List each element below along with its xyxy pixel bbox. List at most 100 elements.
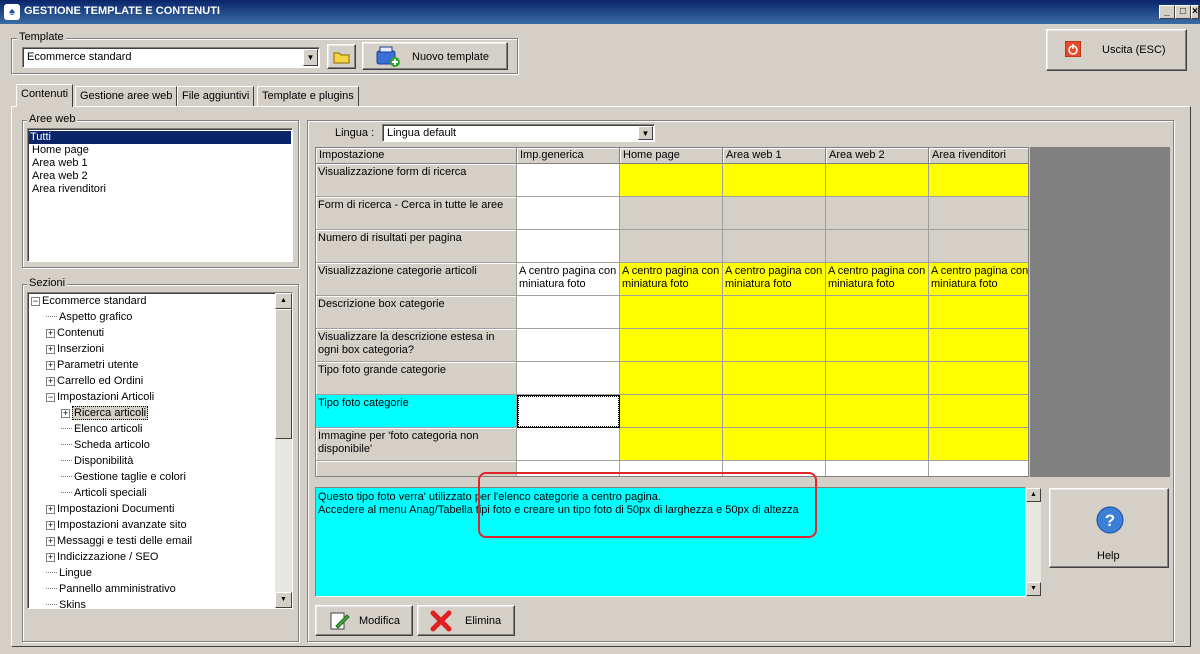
area-cell[interactable]	[620, 362, 723, 395]
area-cell[interactable]	[929, 230, 1028, 263]
generic-cell[interactable]	[517, 428, 620, 461]
area-cell[interactable]	[723, 362, 826, 395]
help-button[interactable]: ? Help	[1049, 488, 1169, 568]
expand-icon[interactable]: +	[61, 408, 70, 418]
generic-cell[interactable]	[517, 164, 620, 197]
generic-cell[interactable]	[517, 296, 620, 329]
modifica-button[interactable]: Modifica	[315, 605, 413, 636]
expand-icon[interactable]: +	[46, 344, 55, 354]
row-header[interactable]: Visualizzazione categorie articoli	[316, 263, 517, 296]
chevron-down-icon[interactable]: ▼	[638, 126, 653, 140]
area-cell[interactable]	[620, 428, 723, 461]
area-cell[interactable]	[723, 296, 826, 329]
tab-template-plugins[interactable]: Template e plugins	[257, 86, 359, 106]
scroll-down-icon[interactable]: ▼	[1026, 582, 1041, 596]
area-cell[interactable]	[826, 230, 929, 263]
chevron-down-icon[interactable]: ▼	[303, 49, 318, 66]
row-header[interactable]: Immagine per 'foto categoria non disponi…	[316, 428, 517, 461]
area-cell[interactable]	[723, 197, 826, 230]
generic-cell[interactable]	[517, 329, 620, 362]
tree-item[interactable]: + Contenuti	[46, 325, 104, 341]
area-cell[interactable]	[929, 395, 1028, 428]
area-cell[interactable]	[826, 362, 929, 395]
tree-item[interactable]: + Messaggi e testi delle email	[46, 533, 192, 549]
area-cell[interactable]	[620, 329, 723, 362]
list-item[interactable]: Home page	[31, 144, 89, 157]
column-header[interactable]: Imp.generica	[517, 148, 620, 164]
settings-grid[interactable]: Impostazione Imp.generica Home page Area we…	[315, 147, 1029, 477]
tab-file-aggiuntivi[interactable]: File aggiuntivi	[177, 86, 255, 106]
generic-cell[interactable]	[517, 230, 620, 263]
area-cell[interactable]	[929, 164, 1028, 197]
area-cell[interactable]: A centro pagina con miniatura foto	[620, 263, 723, 296]
list-item[interactable]: Tutti	[29, 131, 291, 144]
column-header[interactable]: Area rivenditori	[929, 148, 1028, 164]
row-header[interactable]: Numero di risultati per pagina	[316, 230, 517, 263]
lingua-select[interactable]: Lingua default ▼	[382, 124, 655, 142]
row-header[interactable]: Descrizione box categorie	[316, 296, 517, 329]
area-cell[interactable]	[723, 329, 826, 362]
aree-web-list[interactable]: Tutti Home page Area web 1 Area web 2 Ar…	[27, 128, 293, 262]
scroll-up-icon[interactable]: ▲	[1026, 488, 1041, 502]
area-cell[interactable]	[723, 428, 826, 461]
elimina-button[interactable]: Elimina	[417, 605, 515, 636]
scroll-thumb[interactable]	[275, 309, 292, 439]
row-header[interactable]: Tipo foto categorie	[316, 395, 517, 428]
exit-button[interactable]: Uscita (ESC)	[1046, 29, 1187, 71]
area-cell[interactable]	[620, 230, 723, 263]
area-cell[interactable]	[620, 395, 723, 428]
new-template-button[interactable]: Nuovo template	[362, 42, 508, 70]
expand-icon[interactable]: +	[46, 328, 55, 338]
area-cell[interactable]	[929, 329, 1028, 362]
area-cell[interactable]	[826, 428, 929, 461]
tree-item[interactable]: + Ricerca articoli	[61, 405, 149, 421]
area-cell[interactable]	[826, 395, 929, 428]
column-header[interactable]: Area web 1	[723, 148, 826, 164]
scroll-down-icon[interactable]: ▼	[275, 592, 292, 608]
area-cell[interactable]	[826, 329, 929, 362]
area-cell[interactable]	[929, 461, 1028, 476]
tab-contenuti[interactable]: Contenuti	[16, 84, 74, 107]
expand-icon[interactable]: +	[46, 376, 55, 386]
tree-item[interactable]: Gestione taglie e colori	[61, 469, 186, 485]
scroll-up-icon[interactable]: ▲	[275, 293, 292, 309]
area-cell[interactable]	[826, 197, 929, 230]
expand-icon[interactable]: +	[46, 552, 55, 562]
area-cell[interactable]: A centro pagina con miniatura foto	[929, 263, 1028, 296]
area-cell[interactable]: A centro pagina con miniatura foto	[723, 263, 826, 296]
column-header[interactable]: Impostazione	[316, 148, 517, 164]
expand-icon[interactable]: +	[46, 536, 55, 546]
area-cell[interactable]	[723, 395, 826, 428]
list-item[interactable]: Area web 1	[31, 157, 88, 170]
tree-item[interactable]: Lingue	[46, 565, 92, 581]
close-button[interactable]: ×	[1191, 5, 1199, 19]
row-header[interactable]: Visualizzare la descrizione estesa in og…	[316, 329, 517, 362]
area-cell[interactable]	[929, 197, 1028, 230]
list-item[interactable]: Area rivenditori	[31, 183, 106, 196]
area-cell[interactable]	[826, 296, 929, 329]
area-cell[interactable]	[620, 164, 723, 197]
row-header[interactable]: Form di ricerca - Cerca in tutte le aree	[316, 197, 517, 230]
tree-item[interactable]: + Parametri utente	[46, 357, 138, 373]
column-header[interactable]: Home page	[620, 148, 723, 164]
open-folder-button[interactable]	[327, 44, 356, 69]
tree-item[interactable]: + Carrello ed Ordini	[46, 373, 143, 389]
area-cell[interactable]	[620, 296, 723, 329]
area-cell[interactable]	[929, 428, 1028, 461]
area-cell[interactable]	[620, 197, 723, 230]
tree-item[interactable]: − Ecommerce standard	[31, 293, 147, 309]
area-cell[interactable]	[826, 164, 929, 197]
tree-item[interactable]: + Indicizzazione / SEO	[46, 549, 159, 565]
area-cell[interactable]	[929, 296, 1028, 329]
tree-item[interactable]: Scheda articolo	[61, 437, 150, 453]
sezioni-tree[interactable]: − Ecommerce standard Aspetto grafico + Conte…	[27, 292, 293, 609]
row-header[interactable]: Tipo foto grande categorie	[316, 362, 517, 395]
tree-item[interactable]: Elenco articoli	[61, 421, 142, 437]
list-item[interactable]: Area web 2	[31, 170, 88, 183]
column-header[interactable]: Area web 2	[826, 148, 929, 164]
maximize-button[interactable]: □	[1175, 5, 1191, 19]
generic-cell[interactable]	[517, 362, 620, 395]
tree-item[interactable]: Articoli speciali	[61, 485, 147, 501]
minimize-button[interactable]: _	[1159, 5, 1175, 19]
area-cell[interactable]: A centro pagina con miniatura foto	[826, 263, 929, 296]
